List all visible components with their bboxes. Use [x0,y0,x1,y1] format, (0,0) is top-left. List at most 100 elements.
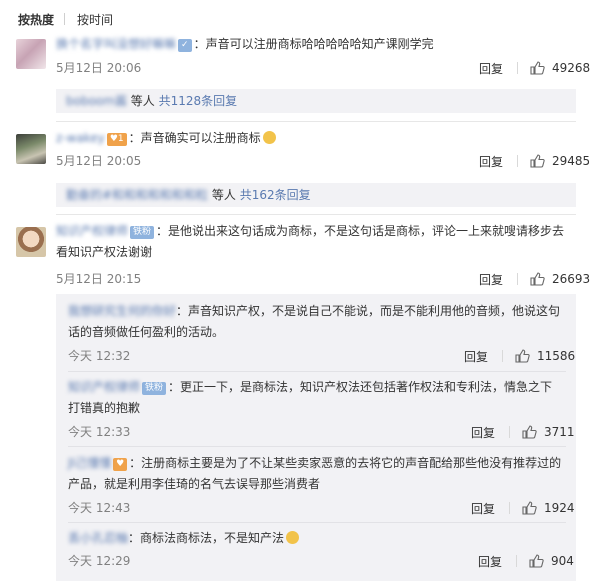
like-button[interactable]: 3711 [522,425,575,439]
like-count: 1924 [544,501,575,515]
thumbs-up-icon [522,501,537,515]
avatar[interactable] [16,134,46,164]
reply-text: ：更正一下，是商标法，知识产权法还包括著作权法和专利法，情急之下 [168,380,553,394]
face-emoji-icon [286,531,300,544]
reply-actions: 回复 3711 [471,423,575,441]
comment-actions: 回复 49268 [479,59,590,77]
comment-text-line2: 看知识产权法谢谢 [56,245,153,259]
action-divider [509,426,511,438]
like-count: 49268 [552,61,591,75]
reply-body: 丢小孔忍柚：商标法商标法，不是知产法 [68,528,566,549]
summary-text: 等人 [126,94,159,108]
like-count: 26693 [552,272,591,286]
comment-username[interactable]: 知识产权律师 [56,224,128,238]
comment-username[interactable]: 换个名字叫没想好嘛嘛 [56,37,176,51]
reply-summary[interactable]: boboom酱 等人 共1128条回复 [56,89,576,113]
action-divider [517,273,519,285]
reply-text: ：注册商标主要是为了不让某些卖家恶意的去将它的声音配给那些他没有推荐过的 [129,456,562,470]
reply-button[interactable]: 回复 [479,153,503,170]
summary-text: 等人 [208,188,240,202]
reply-time: 今天 12:29 [68,554,131,568]
comment-time: 5月12日 20:06 [56,61,142,75]
like-button[interactable]: 49268 [530,61,590,75]
tab-by-hot[interactable]: 按热度 [18,11,54,28]
like-count: 904 [551,554,574,568]
reply-body: 知识产权律师 铁粉 ：更正一下，是商标法，知识产权法还包括著作权法和专利法，情急之下… [68,377,566,419]
reply-summary[interactable]: 勤奋的#和和和和和和和粒 等人 共162条回复 [56,183,576,207]
tab-divider [64,13,66,25]
reply-text-line2: 打错真的抱歉 [68,401,141,415]
reply-text-line2: 产品，就是利用李佳琦的名气去误导那些消费者 [68,477,321,491]
divider [56,121,576,122]
fan-badge-icon: ♥ [113,458,128,471]
reply-button[interactable]: 回复 [478,553,502,570]
summary-count-link[interactable]: 共1128条回复 [159,94,238,108]
reply-username[interactable]: JI己懂懂 [68,456,111,470]
comment-actions: 回复 29485 [479,152,590,170]
comment-text: ：声音可以注册商标哈哈哈哈哈知产课刚学完 [193,37,434,51]
divider [68,446,566,447]
fan-badge-icon: ♥1 [106,133,127,146]
divider [56,214,576,215]
comment-body: 知识产权律师 铁粉 ：是他说出来这句话成为商标，不是这句话是商标，评论一上来就嗖请移… [56,221,576,263]
reply-time: 今天 12:33 [68,425,131,439]
fan-badge: 铁粉 [142,382,167,395]
reply-actions: 回复 1924 [471,499,575,517]
comment-text: ：是他说出来这句话成为商标，不是这句话是商标，评论一上来就嗖请移步去 [156,224,565,238]
fan-badge: 铁粉 [130,226,155,239]
avatar[interactable] [16,227,46,257]
comment-actions: 回复 26693 [479,270,590,288]
like-count: 29485 [552,154,591,168]
comment-time: 5月12日 20:15 [56,272,142,286]
like-button[interactable]: 26693 [530,272,590,286]
comment-body: z-wakey ♥1 ：声音确实可以注册商标 [56,128,276,149]
reply-actions: 回复 904 [478,552,574,570]
comment-body: 换个名字叫没想好嘛嘛 ✓ ：声音可以注册商标哈哈哈哈哈知产课刚学完 [56,34,434,55]
summary-count-link[interactable]: 共162条回复 [240,188,311,202]
reply-button[interactable]: 回复 [471,500,495,517]
reply-time: 今天 12:43 [68,501,131,515]
avatar[interactable] [16,39,46,69]
reply-body: 我想研究生何的你好：声音知识产权，不是说自己不能说，而是不能利用他的音频，他说这… [68,301,566,343]
reply-body: JI己懂懂 ♥ ：注册商标主要是为了不让某些卖家恶意的去将它的声音配给那些他没有推荐… [68,453,573,495]
reply-text: ：声音知识产权，不是说自己不能说，而是不能利用他的音频，他说这句 [176,304,561,318]
reply-time: 今天 12:32 [68,349,131,363]
like-button[interactable]: 29485 [530,154,590,168]
comment-username[interactable]: z-wakey [56,131,105,145]
like-button[interactable]: 904 [529,554,574,568]
thumbs-up-icon [515,349,530,363]
reply-button[interactable]: 回复 [479,271,503,288]
thumbs-up-icon [530,61,545,75]
thumbs-up-icon [530,154,545,168]
reply-text-line2: 话的音频做任何盈利的活动。 [68,325,225,339]
summary-users[interactable]: boboom酱 [66,94,127,108]
action-divider [517,155,519,167]
divider [68,371,566,372]
reply-text: ：商标法商标法，不是知产法 [128,531,285,545]
thumbs-emoji-icon [262,131,276,144]
comment-time: 5月12日 20:05 [56,154,142,168]
reply-button[interactable]: 回复 [464,348,488,365]
tab-by-time[interactable]: 按时间 [77,11,113,28]
reply-username[interactable]: 知识产权律师 [68,380,140,394]
user-badge-icon: ✓ [178,39,192,52]
action-divider [517,62,519,74]
like-count: 3711 [544,425,575,439]
like-button[interactable]: 1924 [522,501,575,515]
thumbs-up-icon [530,272,545,286]
summary-users[interactable]: 勤奋的#和和和和和和和粒 [66,188,208,202]
reply-username[interactable]: 我想研究生何的你好 [68,304,176,318]
reply-username[interactable]: 丢小孔忍柚 [68,531,128,545]
thumbs-up-icon [522,425,537,439]
action-divider [509,502,511,514]
thumbs-up-icon [529,554,544,568]
action-divider [502,350,504,362]
like-count: 11586 [537,349,576,363]
reply-button[interactable]: 回复 [471,424,495,441]
comment-text: ：声音确实可以注册商标 [128,131,261,145]
reply-actions: 回复 11586 [464,347,575,365]
action-divider [516,555,518,567]
reply-button[interactable]: 回复 [479,60,503,77]
like-button[interactable]: 11586 [515,349,575,363]
divider [68,522,566,523]
